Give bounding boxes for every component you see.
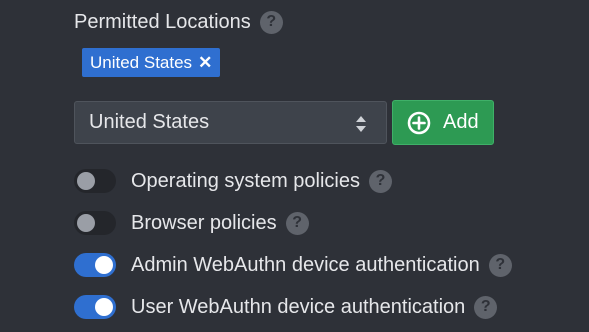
help-icon[interactable]: ? <box>285 211 309 235</box>
toggle-knob <box>95 256 113 274</box>
browser-policies-toggle[interactable] <box>74 211 116 235</box>
plus-circle-icon <box>407 111 431 134</box>
chevron-updown-icon <box>356 116 366 132</box>
location-tag: United States ✕ <box>82 48 221 77</box>
policy-row-admin-webauthn: Admin WebAuthn device authentication ? <box>74 252 512 278</box>
policy-row-user-webauthn: User WebAuthn device authentication ? <box>74 294 498 320</box>
section-title-label: Permitted Locations <box>74 10 251 33</box>
help-icon[interactable]: ? <box>368 169 392 193</box>
policy-row-browser: Browser policies ? <box>74 210 309 236</box>
location-select[interactable]: United States <box>74 101 387 144</box>
remove-tag-icon[interactable]: ✕ <box>198 53 212 73</box>
add-button-label: Add <box>443 111 479 133</box>
admin-webauthn-toggle[interactable] <box>74 253 116 277</box>
user-webauthn-toggle[interactable] <box>74 295 116 319</box>
add-location-button[interactable]: Add <box>392 100 494 145</box>
help-icon[interactable]: ? <box>488 253 512 277</box>
policy-label: Admin WebAuthn device authentication <box>131 253 480 276</box>
toggle-knob <box>77 172 95 190</box>
help-icon[interactable]: ? <box>259 10 283 34</box>
permitted-locations-panel: Permitted Locations ? United States ✕ Un… <box>0 0 589 332</box>
operating-system-policies-toggle[interactable] <box>74 169 116 193</box>
location-select-value: United States <box>89 111 210 133</box>
toggle-knob <box>95 298 113 316</box>
toggle-knob <box>77 214 95 232</box>
policy-label: Operating system policies <box>131 169 360 192</box>
location-tag-label: United States <box>90 52 193 72</box>
policy-label: Browser policies <box>131 211 277 234</box>
help-icon[interactable]: ? <box>474 295 498 319</box>
policy-label: User WebAuthn device authentication <box>131 295 466 318</box>
policy-row-operating-system: Operating system policies ? <box>74 168 392 194</box>
section-title: Permitted Locations ? <box>74 8 283 36</box>
